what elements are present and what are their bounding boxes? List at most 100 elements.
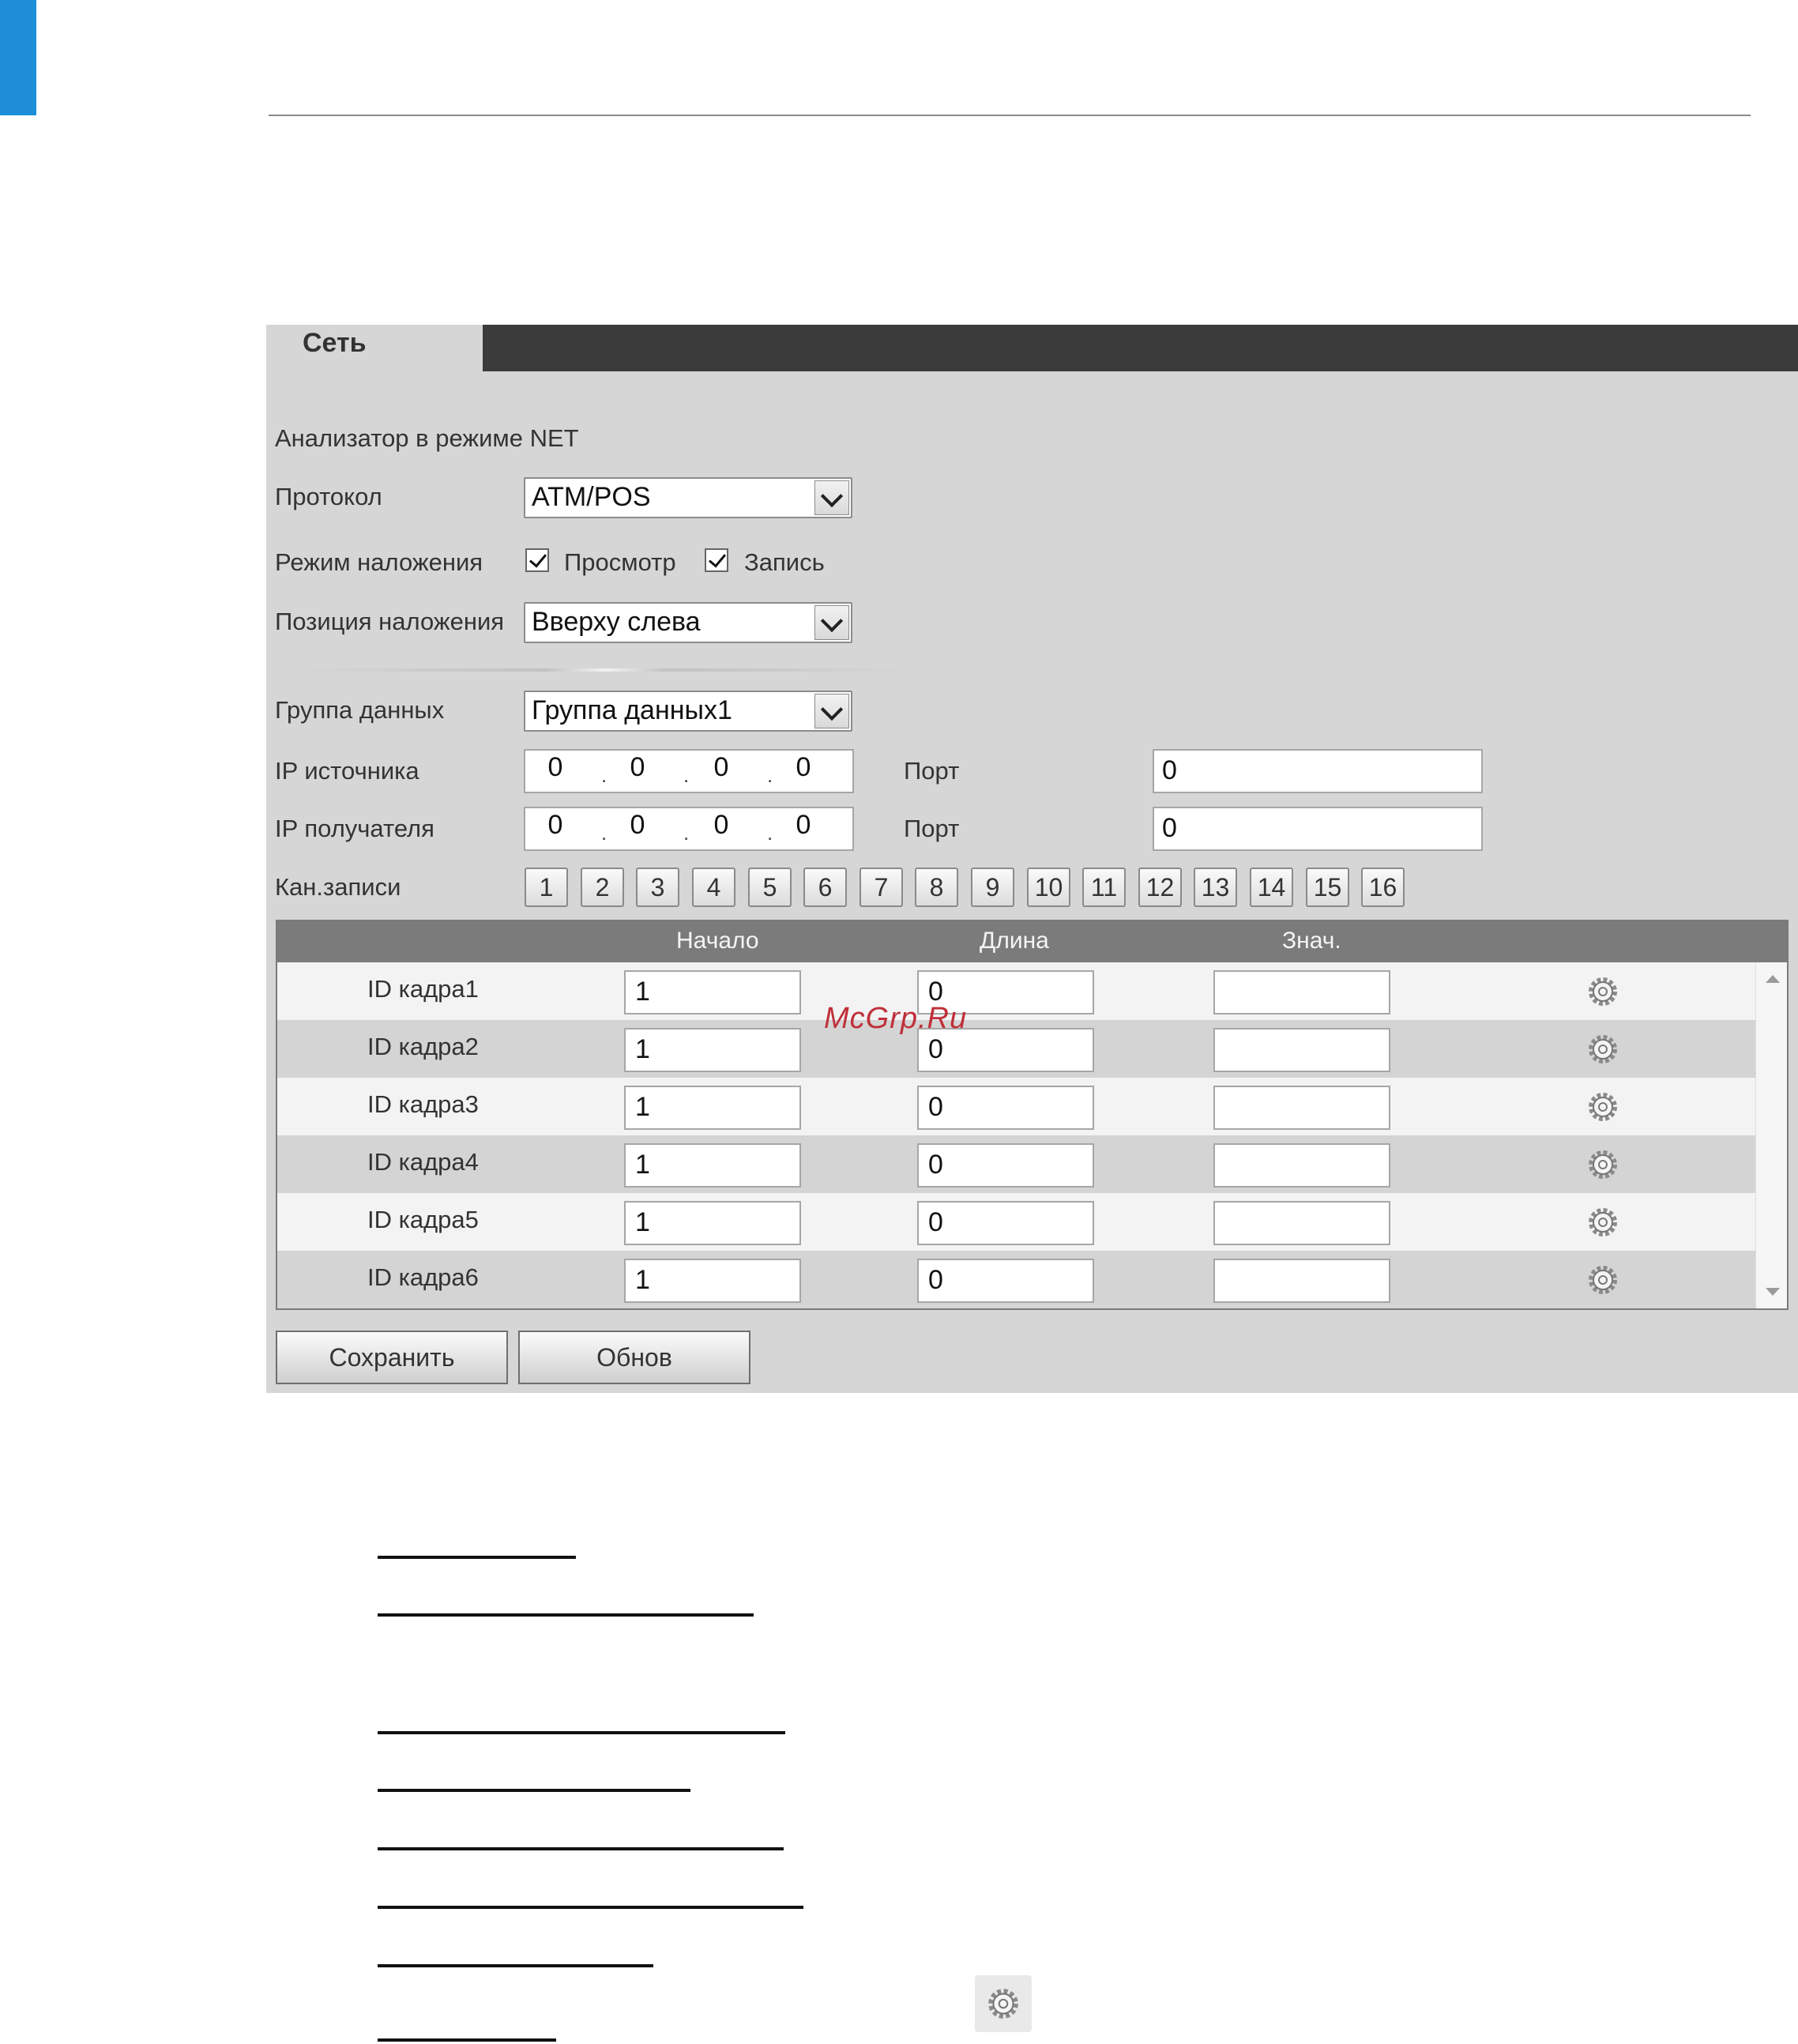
source-ip-input[interactable]: 0 . 0 . 0 . 0 <box>524 749 854 793</box>
preview-label: Просмотр <box>564 548 676 576</box>
data-group-label: Группа данных <box>275 696 445 724</box>
ip-octet[interactable]: 0 <box>788 752 819 783</box>
value-input[interactable] <box>1213 1259 1390 1303</box>
watermark: McGrp.Ru <box>824 1002 968 1035</box>
channel-button-7[interactable]: 7 <box>860 868 903 907</box>
value-input[interactable] <box>1213 1201 1390 1245</box>
tab-network[interactable]: Сеть <box>266 325 483 371</box>
protocol-value: ATM/POS <box>532 482 651 512</box>
channel-button-9[interactable]: 9 <box>971 868 1014 907</box>
table-row: ID кадра4 1 0 <box>277 1135 1756 1193</box>
data-group-select[interactable]: Группа данных1 <box>524 691 852 732</box>
value-input[interactable] <box>1213 1028 1390 1072</box>
dest-ip-label: IP получателя <box>275 815 434 842</box>
channel-button-14[interactable]: 14 <box>1250 868 1293 907</box>
channel-button-11[interactable]: 11 <box>1082 868 1126 907</box>
dest-port-label: Порт <box>904 815 960 842</box>
text-underline <box>378 1964 653 1967</box>
table-row: ID кадра1 1 0 <box>277 962 1756 1020</box>
source-ip-label: IP источника <box>275 757 419 785</box>
start-input[interactable]: 1 <box>624 1086 801 1130</box>
text-underline <box>378 1789 690 1792</box>
gear-icon[interactable] <box>1586 1263 1619 1297</box>
dest-ip-input[interactable]: 0 . 0 . 0 . 0 <box>524 807 854 851</box>
channel-button-8[interactable]: 8 <box>915 868 958 907</box>
gear-icon[interactable] <box>1586 1148 1619 1181</box>
start-input[interactable]: 1 <box>624 1201 801 1245</box>
channel-button-15[interactable]: 15 <box>1306 868 1349 907</box>
ip-dot: . <box>767 763 773 787</box>
channel-button-2[interactable]: 2 <box>581 868 624 907</box>
divider <box>298 668 914 672</box>
ip-octet[interactable]: 0 <box>540 810 571 841</box>
table-scrollbar[interactable] <box>1755 962 1787 1308</box>
frame-id-table: Начало Длина Знач. ID кадра1 1 0 ID кадр… <box>276 920 1789 1310</box>
channel-button-1[interactable]: 1 <box>525 868 568 907</box>
section-title: Анализатор в режиме NET <box>275 424 579 452</box>
gear-icon[interactable] <box>1586 1206 1619 1239</box>
start-input[interactable]: 1 <box>624 1259 801 1303</box>
preview-checkbox[interactable] <box>525 548 549 572</box>
channel-button-10[interactable]: 10 <box>1027 868 1070 907</box>
row-label: ID кадра4 <box>367 1148 479 1176</box>
start-input[interactable]: 1 <box>624 1028 801 1072</box>
table-row: ID кадра2 1 0 <box>277 1020 1756 1078</box>
ip-octet[interactable]: 0 <box>705 810 737 841</box>
ip-octet[interactable]: 0 <box>705 752 737 783</box>
channel-button-12[interactable]: 12 <box>1138 868 1182 907</box>
overlay-position-label: Позиция наложения <box>275 608 505 635</box>
refresh-button[interactable]: Обнов <box>518 1331 750 1384</box>
row-label: ID кадра2 <box>367 1033 479 1060</box>
overlay-position-select[interactable]: Вверху слева <box>524 602 852 643</box>
channel-button-13[interactable]: 13 <box>1194 868 1237 907</box>
ip-dot: . <box>601 821 607 845</box>
table-header: Начало Длина Знач. <box>277 921 1787 962</box>
length-input[interactable]: 0 <box>917 1086 1094 1130</box>
text-underline <box>378 1847 784 1850</box>
row-label: ID кадра1 <box>367 975 479 1003</box>
gear-icon[interactable] <box>1586 975 1619 1008</box>
channel-button-16[interactable]: 16 <box>1361 868 1405 907</box>
gear-icon[interactable] <box>1586 1090 1619 1124</box>
protocol-select[interactable]: ATM/POS <box>524 477 852 518</box>
gear-icon[interactable] <box>1586 1033 1619 1066</box>
scroll-down-icon[interactable] <box>1766 1288 1780 1296</box>
channel-button-4[interactable]: 4 <box>692 868 735 907</box>
header-start: Начало <box>676 928 759 954</box>
network-settings-panel: Сеть Анализатор в режиме NET Протокол AT… <box>266 325 1798 1393</box>
overlay-mode-label: Режим наложения <box>275 548 483 576</box>
length-input[interactable]: 0 <box>917 1143 1094 1188</box>
start-input[interactable]: 1 <box>624 970 801 1014</box>
length-input[interactable]: 0 <box>917 1259 1094 1303</box>
row-label: ID кадра3 <box>367 1090 479 1118</box>
scroll-up-icon[interactable] <box>1766 975 1780 983</box>
source-port-input[interactable]: 0 <box>1153 749 1483 793</box>
ip-octet[interactable]: 0 <box>540 752 571 783</box>
start-input[interactable]: 1 <box>624 1143 801 1188</box>
gear-icon-illustration <box>975 1975 1032 2032</box>
value-input[interactable] <box>1213 1086 1390 1130</box>
channel-button-3[interactable]: 3 <box>636 868 679 907</box>
record-checkbox[interactable] <box>705 548 728 572</box>
ip-octet[interactable]: 0 <box>788 810 819 841</box>
chevron-down-icon[interactable] <box>814 480 849 515</box>
save-button[interactable]: Сохранить <box>276 1331 508 1384</box>
chevron-down-icon[interactable] <box>814 605 849 640</box>
ip-octet[interactable]: 0 <box>622 810 653 841</box>
ip-dot: . <box>601 763 607 787</box>
value-input[interactable] <box>1213 1143 1390 1188</box>
source-port-label: Порт <box>904 757 960 785</box>
header-value: Знач. <box>1282 928 1341 954</box>
chevron-down-icon[interactable] <box>814 694 849 728</box>
length-input[interactable]: 0 <box>917 1201 1094 1245</box>
dest-port-input[interactable]: 0 <box>1153 807 1483 851</box>
channel-button-5[interactable]: 5 <box>748 868 792 907</box>
value-input[interactable] <box>1213 970 1390 1014</box>
ip-dot: . <box>683 821 690 845</box>
ip-octet[interactable]: 0 <box>622 752 653 783</box>
channel-button-6[interactable]: 6 <box>803 868 847 907</box>
record-label: Запись <box>744 548 825 576</box>
gear-icon <box>988 1989 1018 2019</box>
protocol-label: Протокол <box>275 483 382 510</box>
ip-dot: . <box>683 763 690 787</box>
